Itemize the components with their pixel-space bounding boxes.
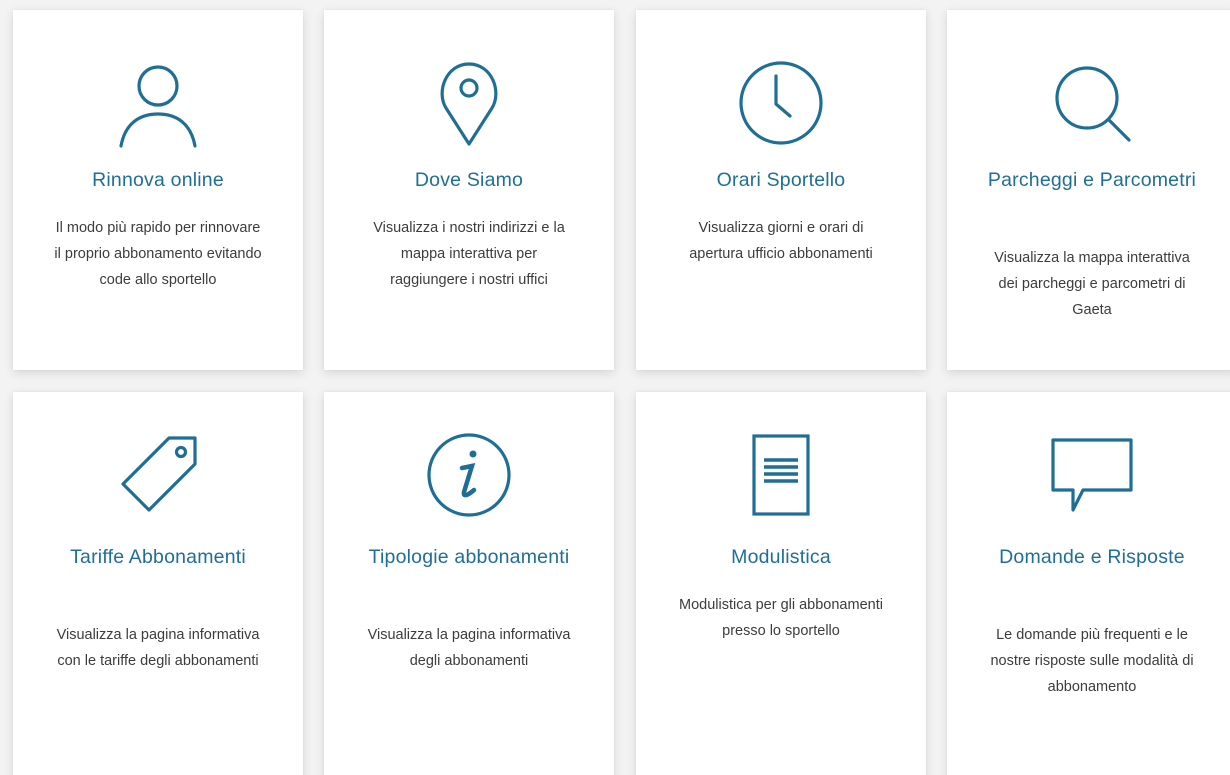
document-icon (736, 430, 826, 520)
card-modulistica[interactable]: Modulistica Modulistica per gli abboname… (636, 392, 926, 775)
card-domande-risposte[interactable]: Domande e Risposte Le domande più freque… (947, 392, 1230, 775)
card-description: Modulistica per gli abbonamenti presso l… (679, 597, 883, 639)
card-dove-siamo[interactable]: Dove Siamo Visualizza i nostri indirizzi… (324, 10, 614, 370)
card-description: Visualizza i nostri indirizzi e la mappa… (373, 220, 565, 288)
card-title: Modulistica (731, 546, 831, 568)
card-tipologie-abbonamenti[interactable]: Tipologie abbonamenti Visualizza la pagi… (324, 392, 614, 775)
card-title: Dove Siamo (414, 169, 524, 191)
info-icon (424, 430, 514, 520)
card-description: Visualizza la mappa interattiva dei parc… (994, 250, 1190, 318)
card-title: Tipologie abbonamenti (368, 546, 570, 568)
card-parcheggi-parcometri[interactable]: Parcheggi e Parcometri Visualizza la map… (947, 10, 1230, 370)
card-description: Visualizza la pagina informativa con le … (56, 627, 260, 669)
card-title: Tariffe Abbonamenti (70, 546, 246, 568)
card-title: Parcheggi e Parcometri (987, 169, 1197, 191)
map-pin-icon (424, 58, 514, 148)
clock-icon (736, 58, 826, 148)
card-title: Orari Sportello (716, 169, 846, 191)
user-icon (113, 58, 203, 148)
card-rinnova-online[interactable]: Rinnova online Il modo più rapido per ri… (13, 10, 303, 370)
card-description: Visualizza giorni e orari di apertura uf… (689, 220, 873, 262)
services-grid: Rinnova online Il modo più rapido per ri… (0, 0, 1230, 775)
search-icon (1047, 58, 1137, 148)
card-description: Il modo più rapido per rinnovare il prop… (54, 220, 262, 288)
card-description: Le domande più frequenti e le nostre ris… (990, 627, 1194, 695)
tag-icon (113, 430, 203, 520)
card-tariffe-abbonamenti[interactable]: Tariffe Abbonamenti Visualizza la pagina… (13, 392, 303, 775)
card-title: Rinnova online (92, 169, 224, 191)
card-orari-sportello[interactable]: Orari Sportello Visualizza giorni e orar… (636, 10, 926, 370)
card-description: Visualizza la pagina informativa degli a… (367, 627, 571, 669)
speech-bubble-icon (1047, 430, 1137, 520)
card-title: Domande e Risposte (999, 546, 1185, 568)
